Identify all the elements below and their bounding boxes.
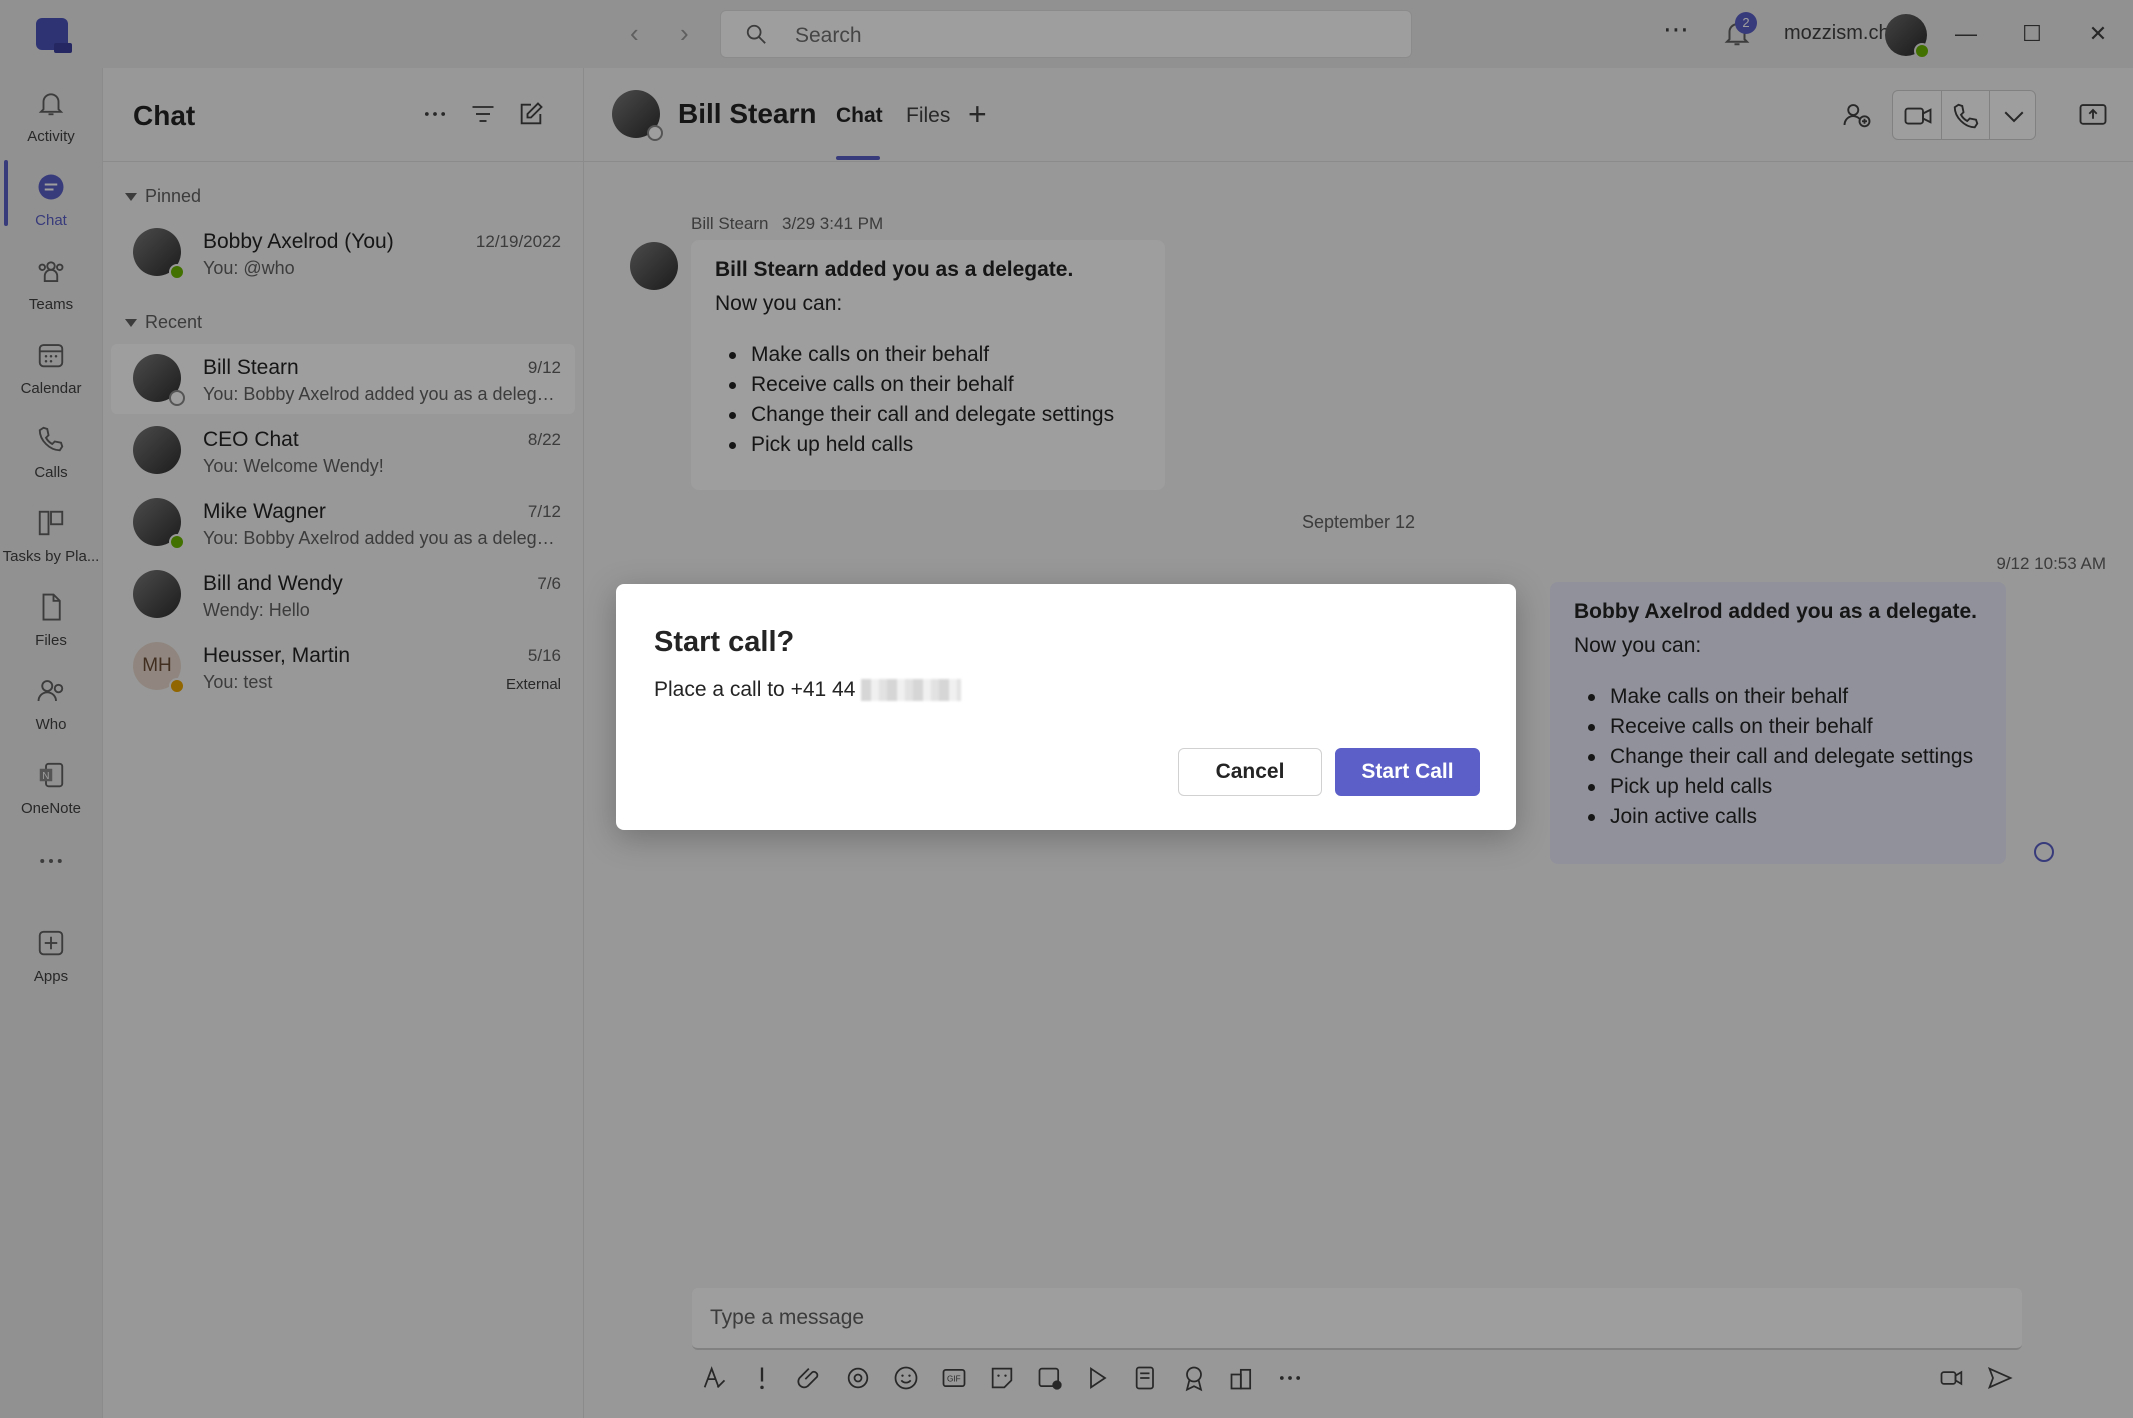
dialog-title: Start call? bbox=[654, 626, 795, 658]
start-call-dialog: Start call? Place a call to +41 44 Cance… bbox=[616, 584, 1516, 830]
dialog-body: Place a call to +41 44 bbox=[654, 678, 962, 702]
cancel-button[interactable]: Cancel bbox=[1178, 748, 1322, 796]
start-call-button[interactable]: Start Call bbox=[1335, 748, 1480, 796]
redacted-phone-digits bbox=[861, 679, 962, 702]
teams-app: ‹ › Search ⋯ 2 mozzism.ch — ☐ ✕ Activity… bbox=[0, 0, 2133, 1418]
dialog-body-text: Place a call to +41 44 bbox=[654, 678, 856, 701]
